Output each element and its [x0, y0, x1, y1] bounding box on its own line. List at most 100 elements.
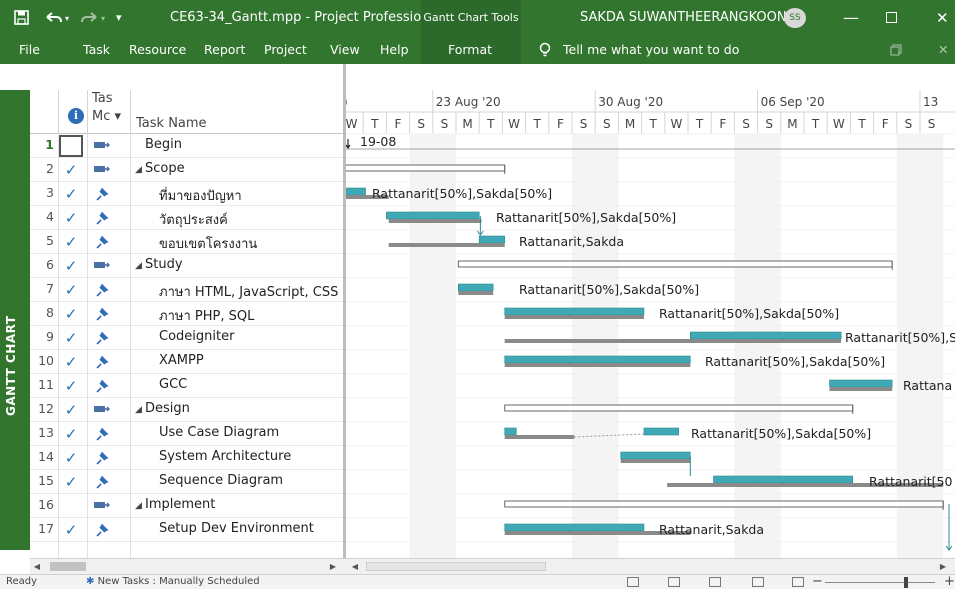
indicator-cell: [58, 134, 84, 158]
task-name[interactable]: Setup Dev Environment: [159, 521, 314, 536]
task-name[interactable]: System Architecture: [159, 449, 291, 464]
zoom-in-icon[interactable]: +: [944, 574, 955, 589]
baseline-bar: [829, 387, 893, 391]
close-icon[interactable]: ✕: [936, 0, 949, 36]
baseline-bar: [504, 339, 842, 343]
task-mode-column-header[interactable]: Tas Mc ▾: [92, 90, 132, 126]
gantt-scroll-thumb[interactable]: [366, 562, 546, 571]
info-column-icon[interactable]: i: [68, 108, 84, 124]
task-name[interactable]: ขอบเขตโครงงาน: [159, 233, 257, 254]
tab-task[interactable]: Task: [83, 36, 110, 64]
save-icon[interactable]: [14, 0, 32, 36]
redo-icon[interactable]: ▾: [80, 0, 110, 36]
task-name[interactable]: วัตถุประสงค์: [159, 209, 228, 230]
table-row[interactable]: 5 ✓ ขอบเขตโครงงาน: [30, 230, 343, 254]
table-row[interactable]: 6 ✓ ◢ Study: [30, 254, 343, 278]
task-name[interactable]: Sequence Diagram: [159, 473, 283, 488]
baseline-bar: [504, 435, 575, 439]
summary-task-name[interactable]: ◢ Scope: [135, 161, 185, 176]
timescale-day: M: [462, 117, 472, 131]
ribbon-tabs: File Task Resource Report Project View H…: [0, 36, 955, 64]
summary-task-name[interactable]: ◢ Study: [135, 257, 183, 272]
zoom-slider-thumb[interactable]: [904, 577, 908, 588]
collapse-toggle-icon[interactable]: ◢: [135, 501, 145, 511]
resource-sheet-view-icon[interactable]: [752, 577, 764, 587]
zoom-out-icon[interactable]: −: [812, 574, 823, 589]
task-name[interactable]: ภาษา PHP, SQL: [159, 305, 254, 326]
tab-project[interactable]: Project: [264, 36, 307, 64]
task-name-label: Setup Dev Environment: [159, 521, 314, 536]
table-row[interactable]: 9 ✓ Codeigniter: [30, 326, 343, 350]
task-name[interactable]: Begin: [145, 137, 182, 152]
new-tasks-mode[interactable]: ✱ New Tasks : Manually Scheduled: [86, 576, 260, 587]
task-bar: [504, 427, 517, 436]
table-row[interactable]: 15 ✓ Sequence Diagram: [30, 470, 343, 494]
minimize-icon[interactable]: —: [843, 0, 859, 36]
avatar[interactable]: SS: [784, 8, 806, 28]
table-row[interactable]: 1 Begin: [30, 134, 343, 158]
summary-bar: [504, 404, 854, 412]
manual-scheduled-pin-icon: [94, 283, 110, 297]
gantt-view-icon[interactable]: [627, 577, 639, 587]
complete-check-icon: ✓: [64, 185, 78, 203]
sheet-scroll-thumb[interactable]: [50, 562, 86, 571]
task-name[interactable]: Use Case Diagram: [159, 425, 279, 440]
task-name[interactable]: ภาษา HTML, JavaScript, CSS: [159, 281, 338, 302]
task-name-column-header[interactable]: Task Name: [136, 116, 207, 131]
collapse-toggle-icon[interactable]: ◢: [135, 261, 145, 271]
summary-task-name[interactable]: ◢ Implement: [135, 497, 215, 512]
collapse-toggle-icon[interactable]: ◢: [135, 405, 145, 415]
tab-report[interactable]: Report: [204, 36, 245, 64]
gantt-scroll-right-arrow-icon[interactable]: ▶: [936, 560, 950, 574]
task-usage-view-icon[interactable]: [668, 577, 680, 587]
collapse-toggle-icon[interactable]: ◢: [135, 165, 145, 175]
timescale-day: S: [580, 117, 588, 131]
task-name-label: ภาษา PHP, SQL: [159, 309, 255, 324]
table-row[interactable]: 17 ✓ Setup Dev Environment: [30, 518, 343, 542]
scroll-right-arrow-icon[interactable]: ▶: [326, 560, 340, 574]
tab-file[interactable]: File: [19, 36, 40, 64]
user-name[interactable]: SAKDA SUWANTHEERANGKOON: [580, 0, 787, 36]
lightbulb-icon[interactable]: [538, 36, 552, 64]
maximize-icon[interactable]: [886, 0, 897, 36]
close-window-icon[interactable]: ✕: [938, 36, 948, 64]
table-row[interactable]: 8 ✓ ภาษา PHP, SQL: [30, 302, 343, 326]
undo-icon[interactable]: ▾: [44, 0, 74, 36]
task-name[interactable]: ที่มาของปัญหา: [159, 185, 242, 206]
table-row[interactable]: 12 ✓ ◢ Design: [30, 398, 343, 422]
task-name[interactable]: XAMPP: [159, 353, 204, 368]
tab-view[interactable]: View: [330, 36, 360, 64]
table-row[interactable]: 3 ✓ ที่มาของปัญหา: [30, 182, 343, 206]
table-row[interactable]: 2 ✓ ◢ Scope: [30, 158, 343, 182]
timescale-week: 13: [923, 95, 938, 109]
resource-label: Rattana: [903, 378, 952, 393]
task-bar: [386, 211, 480, 220]
complete-check-icon: ✓: [64, 377, 78, 395]
timescale-day: T: [486, 117, 495, 131]
gantt-scroll-left-arrow-icon[interactable]: ◀: [348, 560, 362, 574]
table-row[interactable]: 4 ✓ วัตถุประสงค์: [30, 206, 343, 230]
report-view-icon[interactable]: [792, 577, 804, 587]
table-row[interactable]: 11 ✓ GCC: [30, 374, 343, 398]
complete-check-icon: ✓: [64, 305, 78, 323]
task-name-label: ภาษา HTML, JavaScript, CSS: [159, 285, 339, 300]
tab-help[interactable]: Help: [380, 36, 409, 64]
table-row[interactable]: 7 ✓ ภาษา HTML, JavaScript, CSS: [30, 278, 343, 302]
tab-resource[interactable]: Resource: [129, 36, 186, 64]
zoom-slider-track[interactable]: [825, 582, 935, 583]
table-row[interactable]: 16 ◢ Implement: [30, 494, 343, 518]
tell-me-search[interactable]: Tell me what you want to do: [563, 36, 739, 64]
resource-label: Rattanarit[50%],Sakda[50%]: [705, 354, 885, 369]
summary-task-name[interactable]: ◢ Design: [135, 401, 190, 416]
table-row[interactable]: 13 ✓ Use Case Diagram: [30, 422, 343, 446]
customize-qat-icon[interactable]: ▾: [116, 0, 122, 36]
table-row[interactable]: 10 ✓ XAMPP: [30, 350, 343, 374]
team-planner-view-icon[interactable]: [709, 577, 721, 587]
table-row[interactable]: 14 ✓ System Architecture: [30, 446, 343, 470]
task-name[interactable]: GCC: [159, 377, 187, 392]
ribbon-display-options-icon[interactable]: [890, 36, 902, 64]
task-name[interactable]: Codeigniter: [159, 329, 234, 344]
scroll-left-arrow-icon[interactable]: ◀: [30, 560, 44, 574]
tab-format[interactable]: Format: [448, 36, 492, 64]
resource-label: Rattanarit[50%],Sakda[50%]: [496, 210, 676, 225]
